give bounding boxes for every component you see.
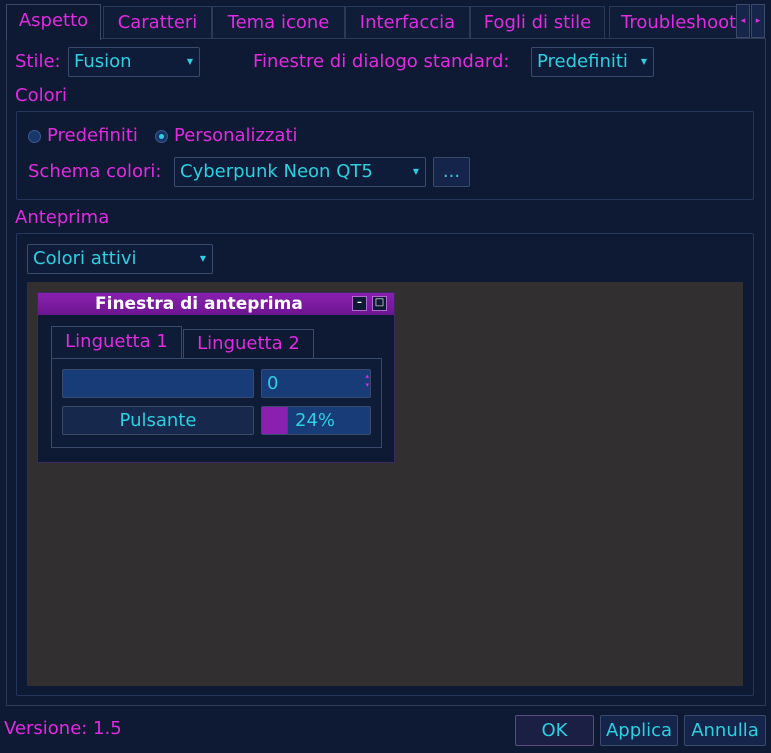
tab-troubleshoot[interactable]: Troubleshoot (609, 6, 739, 39)
chevron-down-icon: ▼ (199, 254, 206, 263)
tab-clip: Troubleshoot (609, 6, 739, 39)
tab-aspetto[interactable]: Aspetto (6, 4, 101, 40)
preview-window-title: Finestra di anteprima (95, 294, 303, 314)
tab-caratteri[interactable]: Caratteri (103, 6, 212, 39)
style-combo[interactable]: Fusion ▼ (68, 47, 200, 77)
tab-tema-icone[interactable]: Tema icone (212, 6, 345, 39)
progress-fill (262, 407, 288, 434)
tab-bar: Aspetto Caratteri Tema icone Interfaccia… (6, 4, 766, 40)
preview-titlebar: Finestra di anteprima – □ (38, 293, 394, 315)
scheme-label: Schema colori: (28, 161, 162, 182)
style-combo-value: Fusion (74, 51, 132, 72)
preview-tab-1[interactable]: Linguetta 1 (51, 326, 182, 359)
preview-mode-combo[interactable]: Colori attivi ▼ (27, 244, 213, 274)
colors-group-label: Colori (15, 85, 67, 106)
radio-custom-label[interactable]: Personalizzati (174, 125, 298, 146)
ok-button[interactable]: OK (515, 715, 594, 746)
scheme-combo[interactable]: Cyberpunk Neon QT5 ▼ (174, 157, 426, 187)
cancel-button[interactable]: Annulla (684, 715, 766, 746)
style-label: Stile: (15, 51, 61, 72)
preview-button[interactable]: Pulsante (62, 406, 254, 435)
tab-scroll-right-icon[interactable]: ▸ (751, 4, 765, 38)
dialogs-label: Finestre di dialogo standard: (253, 51, 510, 72)
chevron-down-icon: ▼ (640, 57, 647, 66)
spin-arrows-icon[interactable]: ▴ ▾ (365, 372, 369, 390)
chevron-down-icon: ▼ (186, 57, 193, 66)
radio-default[interactable] (28, 130, 41, 143)
more-button[interactable]: ... (433, 157, 470, 187)
tab-fogli-di-stile[interactable]: Fogli di stile (470, 6, 605, 39)
scheme-combo-value: Cyberpunk Neon QT5 (180, 161, 373, 182)
dialogs-combo-value: Predefiniti (537, 51, 628, 72)
chevron-down-icon: ▼ (412, 167, 419, 176)
radio-custom[interactable] (155, 130, 168, 143)
preview-area: Finestra di anteprima – □ Linguetta 1 Li… (27, 282, 743, 686)
preview-mode-value: Colori attivi (33, 248, 137, 269)
radio-default-label[interactable]: Predefiniti (47, 125, 138, 146)
preview-spinbox[interactable]: 0 ▴ ▾ (261, 369, 371, 398)
preview-tab-2[interactable]: Linguetta 2 (183, 329, 314, 359)
preview-text-input[interactable] (62, 369, 254, 398)
dialogs-combo[interactable]: Predefiniti ▼ (531, 47, 654, 77)
preview-spinbox-value: 0 (267, 373, 279, 394)
tab-scroll-left-icon[interactable]: ◂ (736, 4, 750, 38)
preview-progress-bar: 24% (261, 406, 371, 435)
progress-text: 24% (295, 410, 336, 431)
minimize-icon[interactable]: – (352, 296, 367, 311)
apply-button[interactable]: Applica (600, 715, 678, 746)
version-label: Versione: 1.5 (4, 718, 122, 739)
tab-interfaccia[interactable]: Interfaccia (345, 6, 470, 39)
preview-group-label: Anteprima (15, 207, 110, 228)
preview-tab-pane: 0 ▴ ▾ Pulsante 24% (51, 358, 382, 448)
preview-window: Finestra di anteprima – □ Linguetta 1 Li… (37, 292, 395, 463)
maximize-icon[interactable]: □ (372, 296, 387, 311)
